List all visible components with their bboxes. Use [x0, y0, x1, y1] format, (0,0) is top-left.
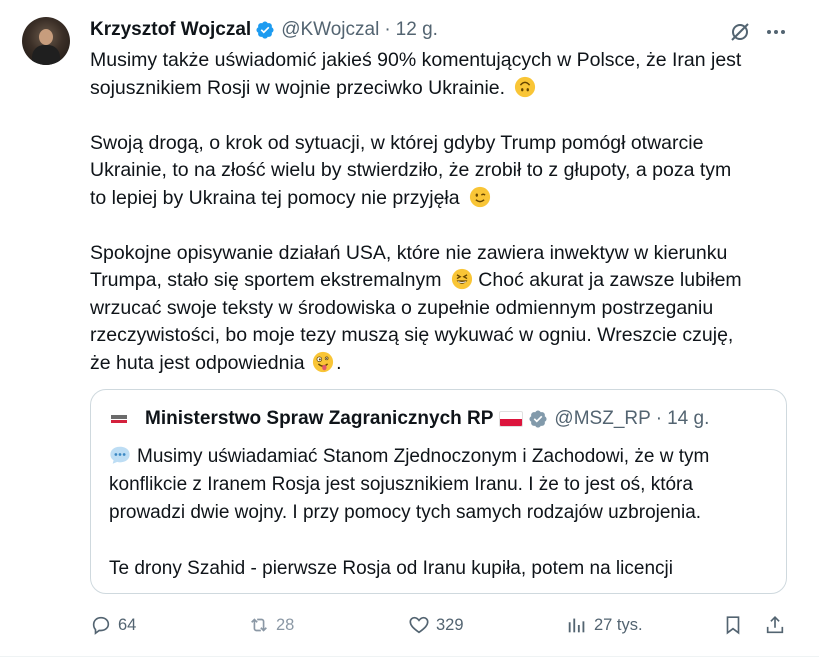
separator-dot: ·: [655, 408, 663, 429]
speech-balloon-icon: [110, 446, 130, 464]
text-line: Trumpa, stało się sportem ekstremalnym: [90, 269, 442, 291]
text-line: prowadzi dwie wojny. I przy pomocy tych …: [109, 502, 702, 523]
reply-button[interactable]: 64: [90, 613, 136, 637]
tweet[interactable]: Krzysztof Wojczal @KWojczal · 12 g. Musi…: [0, 0, 819, 663]
views-icon: [568, 618, 585, 633]
action-bar: 64 28 329 27 tys.: [90, 610, 790, 640]
paragraph-1: Musimy także uświadomić jakieś 90% komen…: [90, 47, 790, 102]
share-button[interactable]: [764, 613, 786, 637]
paragraph-2: Swoją drogą, o krok od sytuacji, w które…: [90, 130, 790, 213]
paragraph-3: Spokojne opisywanie działań USA, które n…: [90, 240, 790, 378]
text-line: Spokojne opisywanie działań USA, które n…: [90, 241, 728, 264]
text-line: Choć akurat ja zawsze lubiłem: [472, 269, 742, 291]
author-handle[interactable]: @KWojczal: [281, 19, 379, 41]
upside-down-face-emoji-icon: [515, 76, 536, 97]
text-line: Musimy uświadamiać Stanom Zjednoczonym i…: [137, 446, 710, 467]
quoted-tweet-text: Musimy uświadamiać Stanom Zjednoczonym i…: [109, 443, 774, 583]
views-button[interactable]: 27 tys.: [566, 613, 643, 637]
grinning-squinting-face-emoji-icon: [451, 268, 472, 290]
msz-logo[interactable]: [109, 409, 129, 429]
separator-dot: ·: [384, 19, 391, 40]
author-name[interactable]: Krzysztof Wojczal: [90, 19, 251, 41]
text-line: Swoją drogą, o krok od sytuacji, w które…: [90, 131, 704, 154]
like-icon: [409, 616, 429, 634]
share-icon: [766, 616, 784, 634]
divider: [0, 656, 819, 657]
quoted-author-name[interactable]: Ministerstwo Spraw Zagranicznych RP: [145, 408, 493, 430]
text-line: Te drony Szahid - pierwsze Rosja od Iran…: [109, 558, 673, 579]
quoted-tweet-time[interactable]: 14 g.: [667, 408, 709, 430]
text-line: konflikcie z Iranem Rosja jest sojusznik…: [109, 474, 693, 495]
more-icon[interactable]: [764, 20, 788, 44]
text-line: sojusznikiem Rosji w wojnie przeciwko Uk…: [90, 76, 506, 99]
bookmark-icon: [726, 616, 740, 635]
text-line: że huta jest odpowiednia: [90, 351, 305, 374]
reply-count: 64: [118, 615, 137, 634]
retweet-button[interactable]: 28: [248, 613, 294, 637]
tweet-time[interactable]: 12 g.: [396, 19, 438, 41]
verified-badge-icon: [529, 410, 547, 428]
winking-face-emoji-icon: [469, 186, 491, 207]
quoted-tweet[interactable]: Ministerstwo Spraw Zagranicznych RP @MSZ…: [90, 389, 787, 594]
tweet-text: Musimy także uświadomić jakieś 90% komen…: [90, 47, 790, 377]
retweet-count: 28: [276, 615, 295, 634]
views-count: 27 tys.: [594, 615, 643, 634]
author-avatar[interactable]: [22, 17, 70, 65]
text-line: Ukrainie, to na złość wielu by stwierdzi…: [90, 159, 732, 181]
grok-icon[interactable]: [728, 20, 752, 44]
retweet-icon: [251, 618, 267, 632]
zany-face-emoji-icon: [312, 351, 334, 372]
like-count: 329: [436, 615, 464, 634]
reply-icon: [92, 616, 110, 635]
text-line: wrzucać swoje teksty w środowiska o zupe…: [90, 296, 714, 319]
text-line: Musimy także uświadomić jakieś 90% komen…: [90, 49, 742, 71]
text-line: rzeczywistości, bo moje tezy muszą się w…: [90, 324, 734, 346]
quoted-tweet-header: Ministerstwo Spraw Zagranicznych RP @MSZ…: [109, 408, 709, 430]
tweet-header: Krzysztof Wojczal @KWojczal · 12 g.: [90, 18, 438, 42]
text-line: .: [336, 351, 342, 374]
text-line: to lepiej by Ukraina tej pomocy nie przy…: [90, 186, 460, 209]
poland-flag-icon: [499, 411, 524, 427]
verified-badge-icon: [256, 21, 274, 39]
quoted-author-handle[interactable]: @MSZ_RP: [554, 408, 650, 430]
like-button[interactable]: 329: [408, 613, 464, 637]
bookmark-button[interactable]: [722, 613, 744, 637]
